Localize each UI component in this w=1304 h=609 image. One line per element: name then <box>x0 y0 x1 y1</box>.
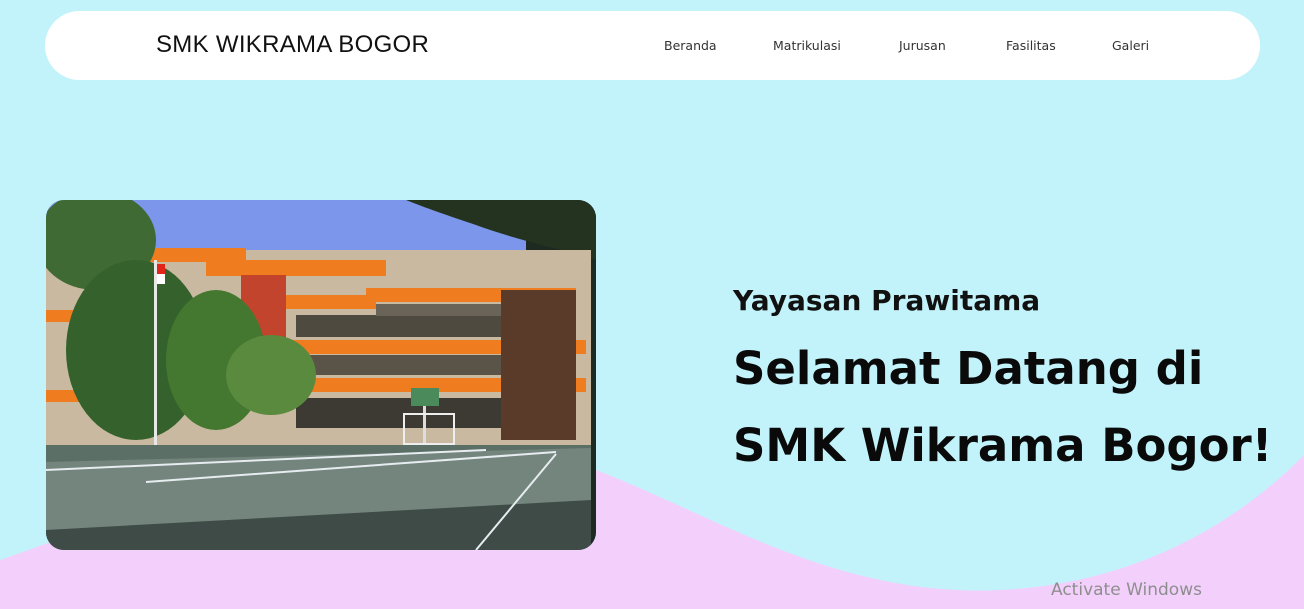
hero-title-line-1: Selamat Datang di <box>733 342 1204 395</box>
hero-title: Selamat Datang di SMK Wikrama Bogor! <box>733 330 1293 484</box>
windows-activation-watermark: Activate Windows <box>1051 580 1202 600</box>
nav-link-fasilitas[interactable]: Fasilitas <box>1006 38 1056 53</box>
nav-link-matrikulasi[interactable]: Matrikulasi <box>773 38 841 53</box>
nav-link-galeri[interactable]: Galeri <box>1112 38 1149 53</box>
navbar: SMK WIKRAMA BOGOR Beranda Matrikulasi Ju… <box>45 11 1260 80</box>
school-building-photo <box>46 200 596 550</box>
brand-logo-text[interactable]: SMK WIKRAMA BOGOR <box>156 31 429 59</box>
nav-link-beranda[interactable]: Beranda <box>664 38 717 53</box>
hero-title-line-2: SMK Wikrama Bogor! <box>733 419 1273 472</box>
nav-link-jurusan[interactable]: Jurusan <box>899 38 946 53</box>
hero-subtitle: Yayasan Prawitama <box>733 284 1041 317</box>
